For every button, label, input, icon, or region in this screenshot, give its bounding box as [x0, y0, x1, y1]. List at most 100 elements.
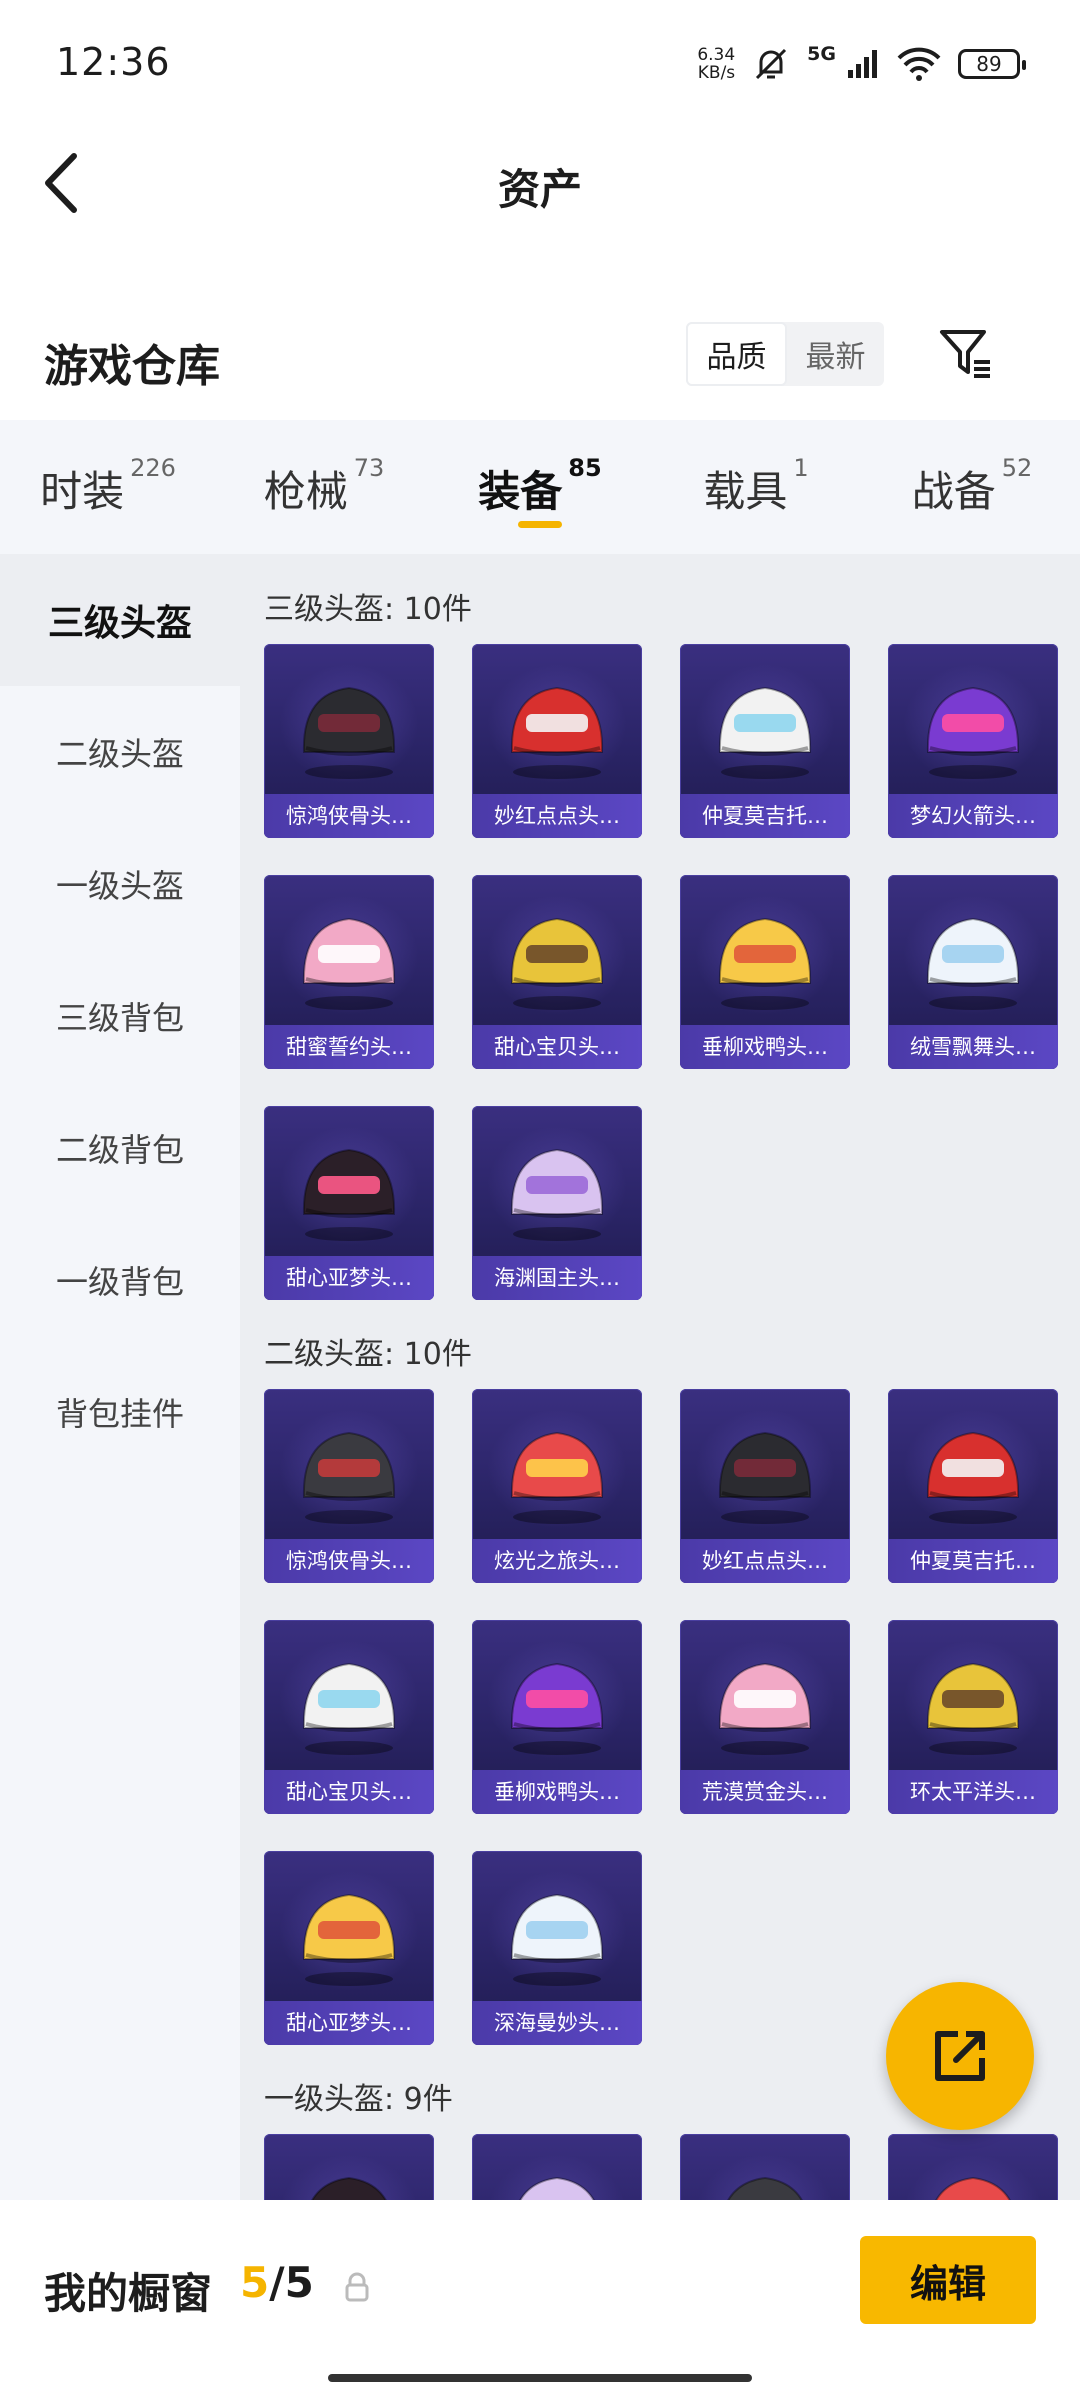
- item-name: 仲夏莫吉托…: [680, 794, 850, 838]
- helmet-icon: [718, 686, 812, 779]
- item-card[interactable]: 环太平洋头…: [888, 1620, 1058, 1814]
- item-card[interactable]: 甜心宝贝头…: [472, 875, 642, 1069]
- item-card[interactable]: 甜心亚梦头…: [264, 1851, 434, 2045]
- item-card[interactable]: [264, 2134, 434, 2210]
- helmet-icon: [302, 686, 396, 779]
- tab-fashion[interactable]: 时装 226: [0, 420, 216, 554]
- tab-label: 枪械: [263, 467, 348, 516]
- tab-vehicles[interactable]: 载具 1: [648, 420, 864, 554]
- warehouse-title: 游戏仓库: [44, 341, 220, 392]
- app-header: 资产: [0, 120, 1080, 240]
- sidebar: 三级头盔 二级头盔 一级头盔 三级背包 二级背包 一级背包 背包挂件: [0, 554, 240, 2210]
- item-card[interactable]: 仲夏莫吉托…: [680, 644, 850, 838]
- item-card[interactable]: 梦幻火箭头…: [888, 644, 1058, 838]
- status-bar: 12:36 6.34 KB/s 5G 89: [0, 0, 1080, 120]
- item-name: 荒漠赏金头…: [680, 1770, 850, 1814]
- wifi-icon: [897, 47, 941, 81]
- tab-count: 226: [130, 454, 176, 482]
- item-card[interactable]: [680, 2134, 850, 2210]
- tab-battle-prep[interactable]: 战备 52: [864, 420, 1080, 554]
- tab-label: 装备: [478, 467, 563, 516]
- item-card[interactable]: 妙红点点头…: [472, 644, 642, 838]
- showcase-bar: 我的橱窗 5/5 编辑: [0, 2200, 1080, 2400]
- battery-icon: 89: [958, 49, 1026, 79]
- edit-button[interactable]: 编辑: [860, 2236, 1036, 2324]
- item-name: 深海曼妙头…: [472, 2001, 642, 2045]
- helmet-icon: [302, 1148, 396, 1241]
- item-card[interactable]: [472, 2134, 642, 2210]
- item-name: 环太平洋头…: [888, 1770, 1058, 1814]
- tab-count: 85: [568, 454, 602, 482]
- tab-weapons[interactable]: 枪械 73: [216, 420, 432, 554]
- item-card[interactable]: 炫光之旅头…: [472, 1389, 642, 1583]
- item-name: 绒雪飘舞头…: [888, 1025, 1058, 1069]
- item-card[interactable]: 仲夏莫吉托…: [888, 1389, 1058, 1583]
- share-button[interactable]: [886, 1982, 1034, 2130]
- sidebar-item-level3-helmet[interactable]: 三级头盔: [0, 554, 240, 686]
- item-name: 惊鸿侠骨头…: [264, 1539, 434, 1583]
- sort-newest-option[interactable]: 最新: [787, 322, 884, 386]
- item-card[interactable]: 惊鸿侠骨头…: [264, 644, 434, 838]
- sidebar-item-level1-backpack[interactable]: 一级背包: [0, 1214, 240, 1346]
- item-card[interactable]: 垂柳戏鸭头…: [472, 1620, 642, 1814]
- item-name: 惊鸿侠骨头…: [264, 794, 434, 838]
- share-icon: [935, 2031, 985, 2081]
- section-title: 二级头盔: 10件: [264, 1337, 472, 1372]
- item-name: 垂柳戏鸭头…: [472, 1770, 642, 1814]
- category-tabs: 时装 226 枪械 73 装备 85 载具 1 战备 52: [0, 420, 1080, 554]
- item-card[interactable]: 绒雪飘舞头…: [888, 875, 1058, 1069]
- item-card[interactable]: 海渊国主头…: [472, 1106, 642, 1300]
- item-card[interactable]: [888, 2134, 1058, 2210]
- net-speed: 6.34 KB/s: [697, 46, 735, 82]
- item-card[interactable]: 甜心宝贝头…: [264, 1620, 434, 1814]
- item-card[interactable]: 垂柳戏鸭头…: [680, 875, 850, 1069]
- tab-count: 73: [353, 454, 385, 482]
- helmet-icon: [926, 1431, 1020, 1524]
- home-indicator: [328, 2374, 752, 2382]
- item-card[interactable]: 甜蜜誓约头…: [264, 875, 434, 1069]
- item-name: 甜心宝贝头…: [264, 1770, 434, 1814]
- sidebar-item-level3-backpack[interactable]: 三级背包: [0, 950, 240, 1082]
- item-card[interactable]: 妙红点点头…: [680, 1389, 850, 1583]
- item-card[interactable]: 甜心亚梦头…: [264, 1106, 434, 1300]
- helmet-icon: [510, 1148, 604, 1241]
- sort-quality-option[interactable]: 品质: [686, 322, 787, 386]
- helmet-icon: [302, 1431, 396, 1524]
- helmet-icon: [718, 917, 812, 1010]
- filter-icon[interactable]: [936, 324, 996, 384]
- showcase-count: 5/5: [240, 2258, 314, 2307]
- tab-label: 战备: [911, 467, 996, 516]
- warehouse-header: 游戏仓库 品质 最新: [0, 300, 1080, 420]
- sidebar-item-level1-helmet[interactable]: 一级头盔: [0, 818, 240, 950]
- item-name: 甜心亚梦头…: [264, 2001, 434, 2045]
- helmet-icon: [926, 1662, 1020, 1755]
- tab-count: 52: [1001, 454, 1033, 482]
- item-grid: 三级头盔: 10件 二级头盔: 10件 一级头盔: 9件 惊鸿侠骨头… 妙红点点头…: [240, 554, 1080, 2210]
- signal-icon: [848, 50, 877, 78]
- item-name: 海渊国主头…: [472, 1256, 642, 1300]
- tab-count: 1: [793, 454, 809, 482]
- network-type: 5G: [807, 43, 836, 65]
- helmet-icon: [510, 686, 604, 779]
- sidebar-item-level2-helmet[interactable]: 二级头盔: [0, 686, 240, 818]
- sidebar-item-level2-backpack[interactable]: 二级背包: [0, 1082, 240, 1214]
- section-title: 一级头盔: 9件: [264, 2082, 453, 2117]
- helmet-icon: [718, 1662, 812, 1755]
- status-time: 12:36: [56, 40, 171, 84]
- helmet-icon: [510, 1893, 604, 1986]
- item-name: 甜心亚梦头…: [264, 1256, 434, 1300]
- item-name: 垂柳戏鸭头…: [680, 1025, 850, 1069]
- item-card[interactable]: 惊鸿侠骨头…: [264, 1389, 434, 1583]
- net-speed-value: 6.34: [697, 45, 736, 65]
- mute-bell-icon: [756, 48, 787, 80]
- item-name: 甜心宝贝头…: [472, 1025, 642, 1069]
- tab-equipment[interactable]: 装备 85: [432, 420, 648, 554]
- sidebar-item-backpack-charm[interactable]: 背包挂件: [0, 1346, 240, 1478]
- showcase-total: 5: [284, 2258, 314, 2307]
- helmet-icon: [510, 1431, 604, 1524]
- tab-label: 时装: [40, 467, 125, 516]
- item-name: 仲夏莫吉托…: [888, 1539, 1058, 1583]
- helmet-icon: [302, 1662, 396, 1755]
- item-card[interactable]: 深海曼妙头…: [472, 1851, 642, 2045]
- item-card[interactable]: 荒漠赏金头…: [680, 1620, 850, 1814]
